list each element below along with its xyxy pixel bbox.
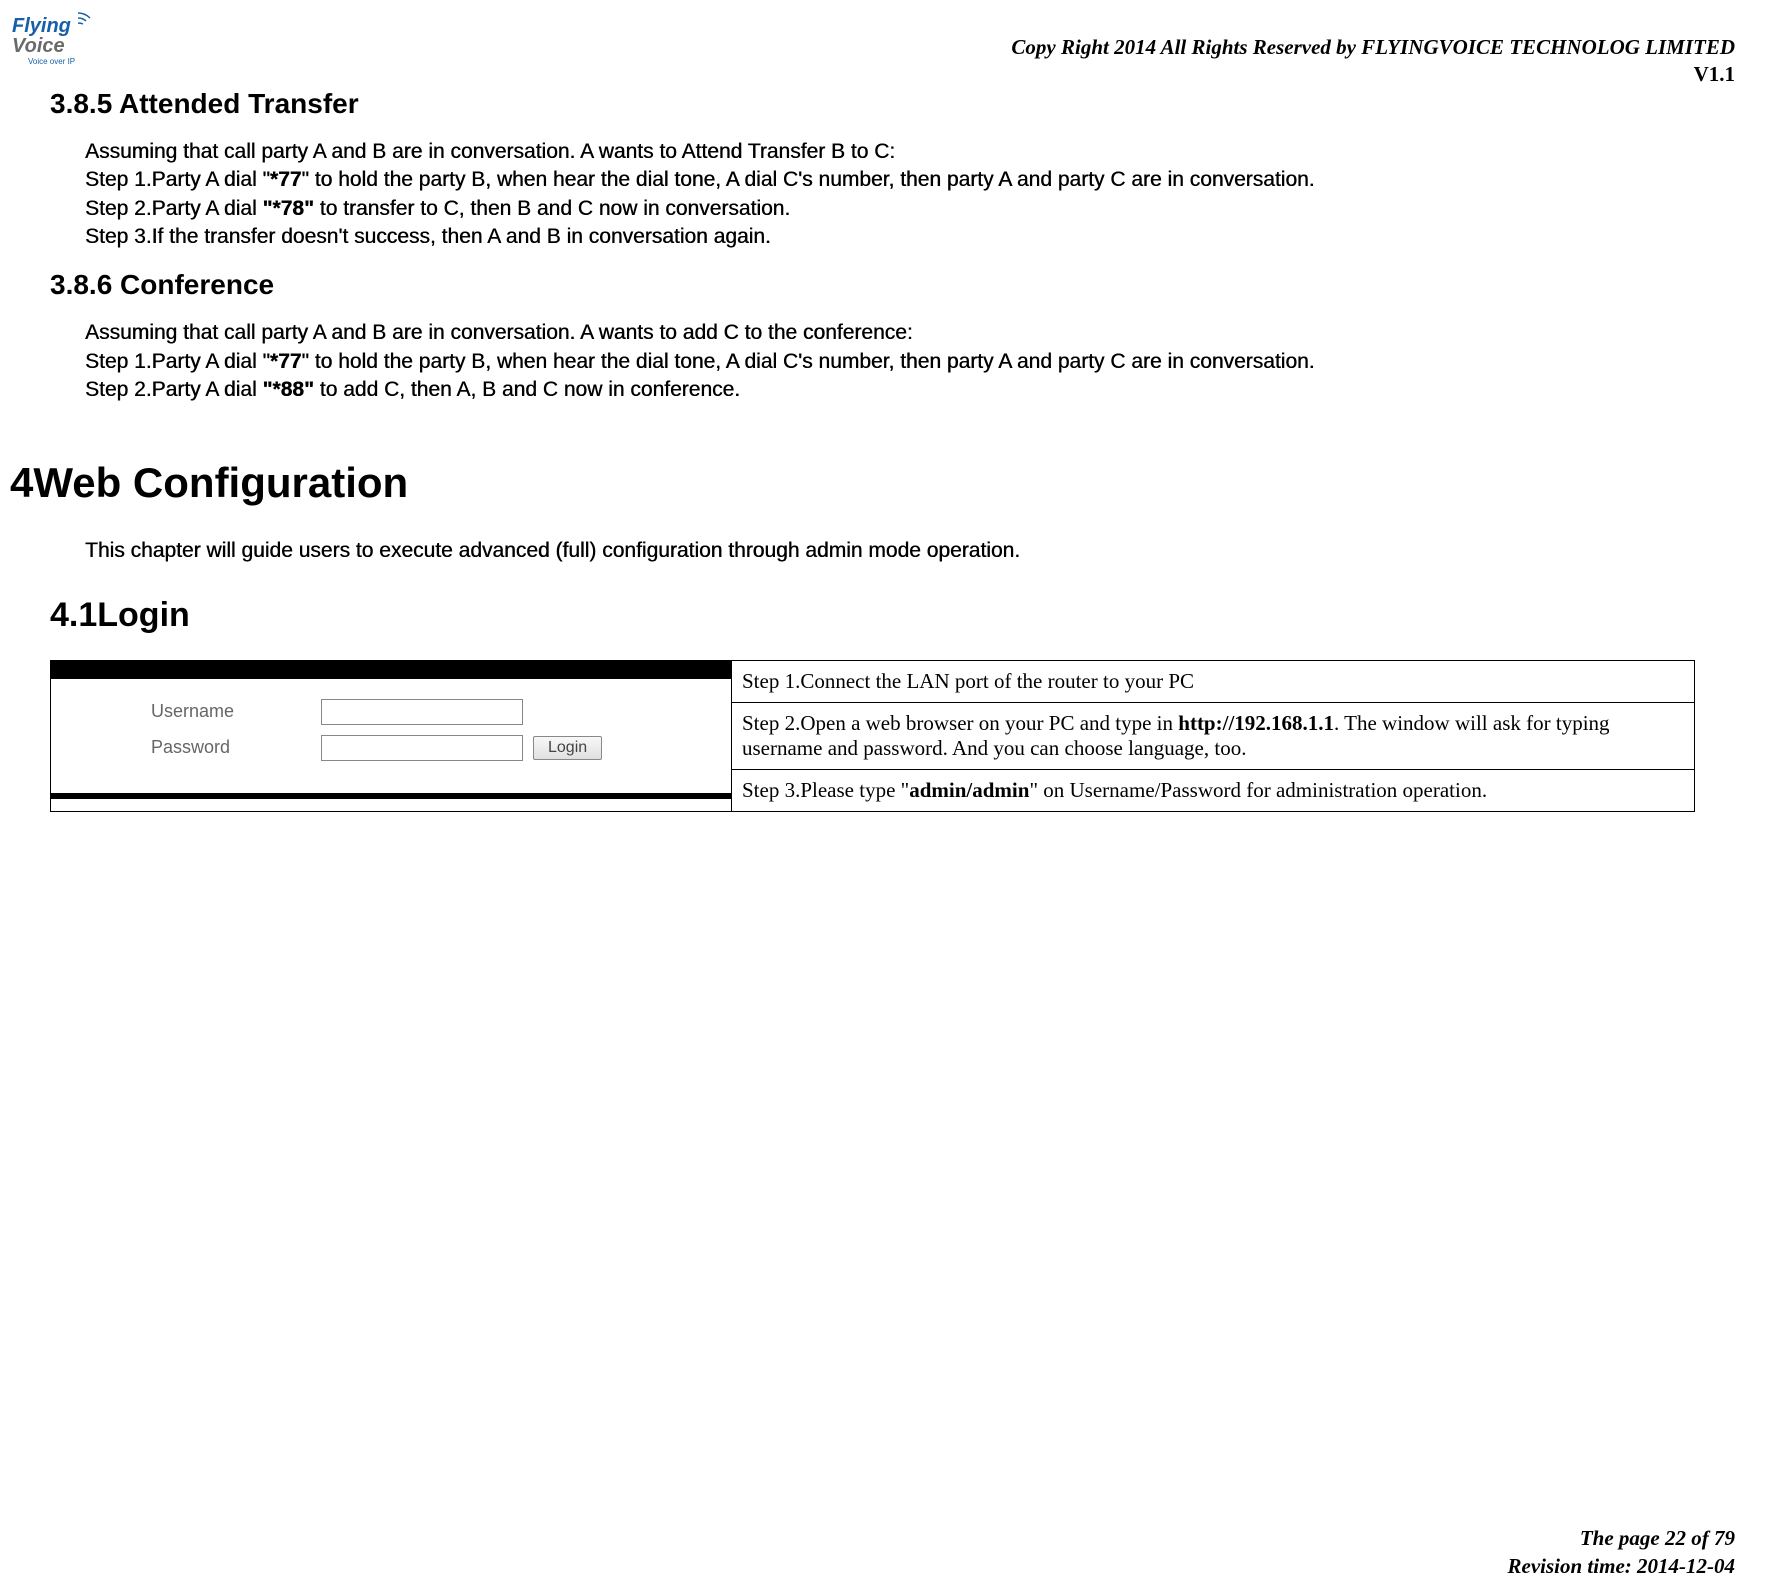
s3b: " on Username/Password for administratio… bbox=[1029, 778, 1487, 802]
s3cred: admin/admin bbox=[909, 778, 1029, 802]
username-input[interactable] bbox=[321, 699, 523, 725]
chapter-4-intro: This chapter will guide users to execute… bbox=[85, 537, 1695, 565]
document-header-right: Copy Right 2014 All Rights Reserved by F… bbox=[1011, 35, 1735, 87]
step3-385: Step 3.If the transfer doesn't success, … bbox=[85, 225, 771, 248]
copyright-text: Copy Right 2014 All Rights Reserved by F… bbox=[1011, 35, 1735, 60]
intro-386: Assuming that call party A and B are in … bbox=[85, 321, 913, 344]
login-screenshot-cell: Username Password Login bbox=[51, 660, 732, 811]
black-bar-bottom bbox=[51, 793, 731, 799]
password-label: Password bbox=[151, 737, 321, 758]
flyingvoice-logo-icon: Flying Voice Voice over IP bbox=[10, 10, 110, 70]
intro-385: Assuming that call party A and B are in … bbox=[85, 140, 895, 163]
step1a-385: Step 1.Party A dial " bbox=[85, 168, 270, 191]
step1a-386: Step 1.Party A dial " bbox=[85, 350, 270, 373]
step1b-386: " to hold the party B, when hear the dia… bbox=[301, 350, 1314, 373]
s3a: Step 3.Please type " bbox=[742, 778, 909, 802]
username-label: Username bbox=[151, 701, 321, 722]
document-footer: The page 22 of 79 Revision time: 2014-12… bbox=[1508, 1525, 1735, 1580]
body-3-8-6: Assuming that call party A and B are in … bbox=[85, 319, 1695, 404]
page-number: The page 22 of 79 bbox=[1508, 1525, 1735, 1552]
step1b-385: " to hold the party B, when hear the dia… bbox=[301, 168, 1314, 191]
table-row: Username Password Login Step 1.Connect t… bbox=[51, 660, 1695, 702]
step2code-386: "*88" bbox=[262, 378, 313, 401]
step1-cell: Step 1.Connect the LAN port of the route… bbox=[732, 660, 1695, 702]
document-page: Flying Voice Voice over IP Copy Right 20… bbox=[0, 0, 1775, 1590]
svg-text:Voice over IP: Voice over IP bbox=[28, 57, 75, 66]
black-bar-top bbox=[51, 661, 731, 679]
heading-chapter-4: 4Web Configuration bbox=[10, 459, 1735, 507]
login-form-body: Username Password Login bbox=[51, 679, 731, 793]
svg-text:Flying: Flying bbox=[12, 15, 71, 37]
step2b-386: to add C, then A, B and C now in confere… bbox=[314, 378, 740, 401]
heading-3-8-6: 3.8.6 Conference bbox=[50, 269, 1735, 301]
login-instructions-table: Username Password Login Step 1.Connect t… bbox=[50, 660, 1695, 812]
version-text: V1.1 bbox=[1011, 62, 1735, 87]
step1code-385: *77 bbox=[270, 168, 302, 191]
login-button[interactable]: Login bbox=[533, 736, 602, 760]
svg-text:Voice: Voice bbox=[12, 35, 65, 57]
password-input[interactable] bbox=[321, 735, 523, 761]
password-row: Password Login bbox=[151, 735, 701, 761]
s2url: http://192.168.1.1 bbox=[1178, 711, 1334, 735]
step2-cell: Step 2.Open a web browser on your PC and… bbox=[732, 702, 1695, 769]
step2a-386: Step 2.Party A dial bbox=[85, 378, 262, 401]
step3-cell: Step 3.Please type "admin/admin" on User… bbox=[732, 769, 1695, 811]
step2a-385: Step 2.Party A dial bbox=[85, 197, 262, 220]
step1code-386: *77 bbox=[270, 350, 302, 373]
s2a: Step 2.Open a web browser on your PC and… bbox=[742, 711, 1178, 735]
heading-4-1: 4.1Login bbox=[50, 596, 1735, 635]
revision-time: Revision time: 2014-12-04 bbox=[1508, 1553, 1735, 1580]
heading-3-8-5: 3.8.5 Attended Transfer bbox=[50, 88, 1735, 120]
body-3-8-5: Assuming that call party A and B are in … bbox=[85, 138, 1695, 251]
username-row: Username bbox=[151, 699, 701, 725]
login-form-mock: Username Password Login bbox=[51, 661, 731, 799]
step2b-385: to transfer to C, then B and C now in co… bbox=[314, 197, 790, 220]
step2code-385: "*78" bbox=[262, 197, 313, 220]
